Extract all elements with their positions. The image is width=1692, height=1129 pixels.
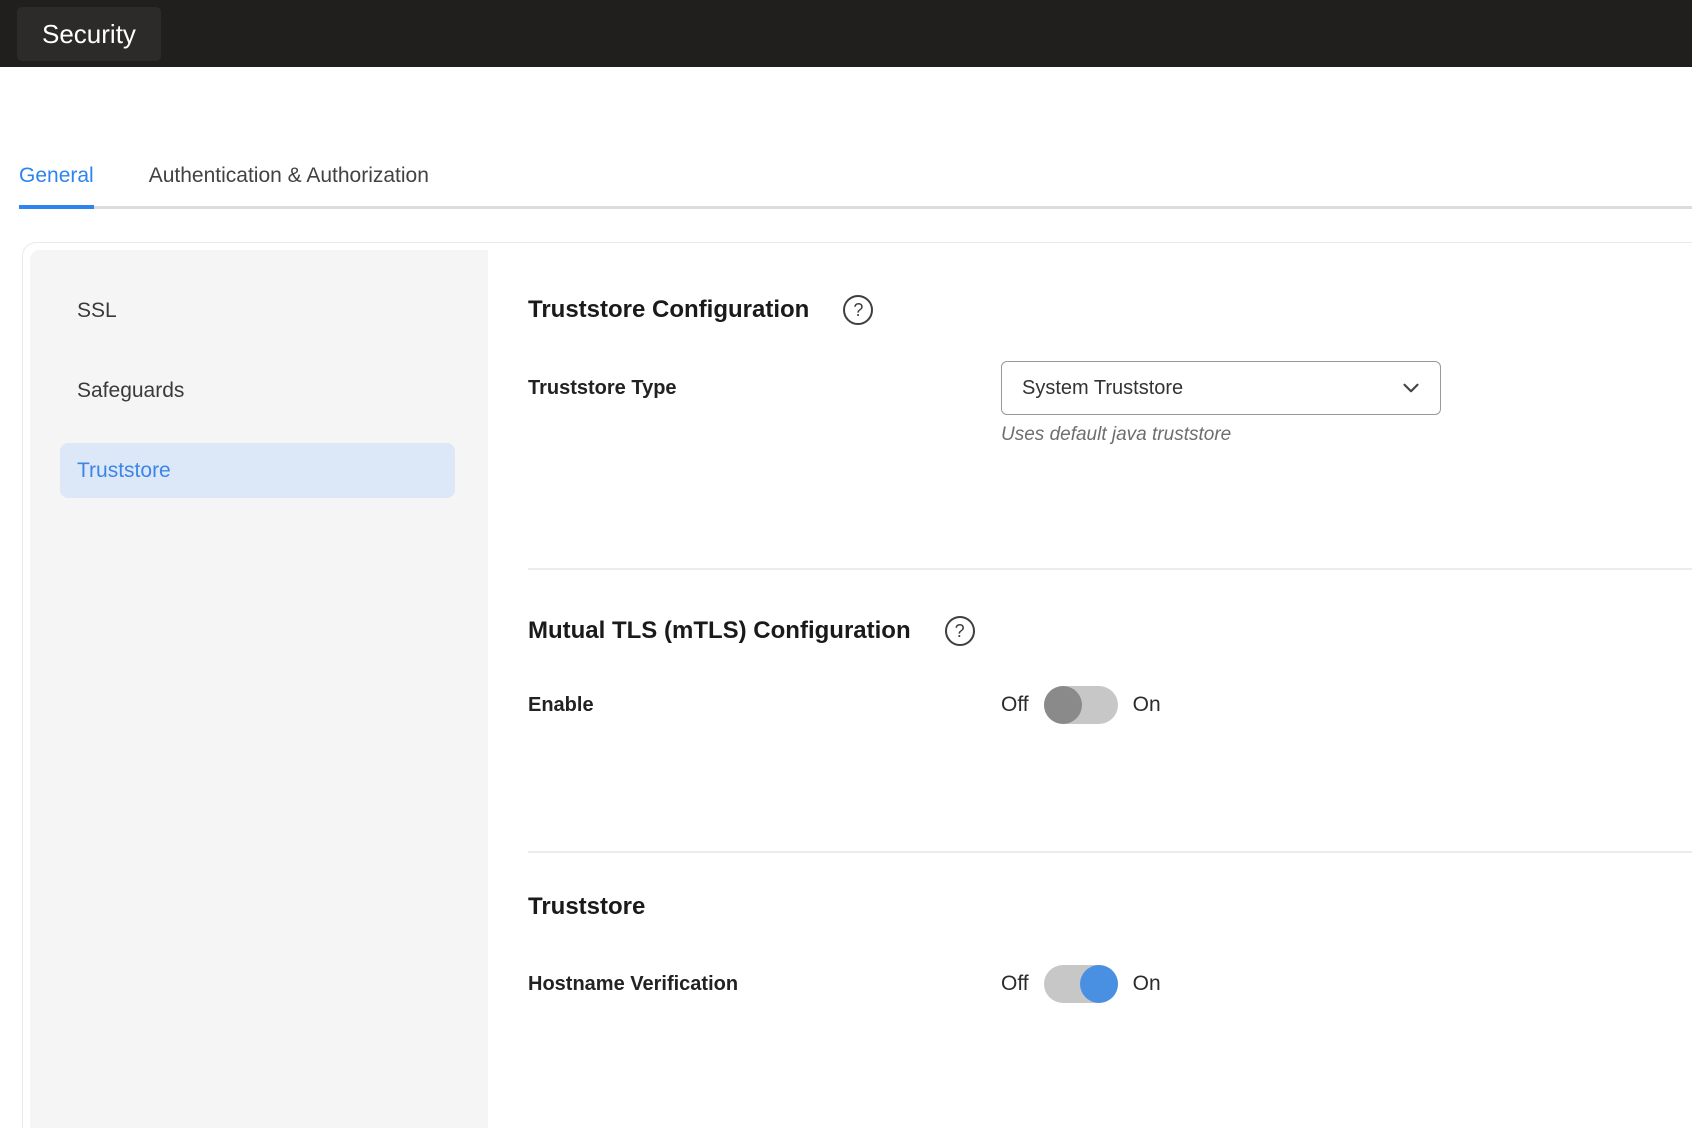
section-truststore: Truststore Hostname Verification Off On <box>528 853 1692 1003</box>
tab-authentication-authorization[interactable]: Authentication & Authorization <box>149 160 429 206</box>
settings-main: Truststore Configuration ? Truststore Ty… <box>488 243 1692 1128</box>
page-title: Security <box>17 7 161 61</box>
field-label: Hostname Verification <box>528 965 1001 1003</box>
sidebar-item-safeguards[interactable]: Safeguards <box>60 363 455 418</box>
section-header: Truststore Configuration ? <box>528 295 1692 325</box>
toggle-knob <box>1080 965 1118 1003</box>
hostname-verification-toggle-group: Off On <box>1001 965 1161 1003</box>
field-truststore-type: Truststore Type System Truststore Uses d… <box>528 361 1692 446</box>
help-icon[interactable]: ? <box>945 616 975 646</box>
section-title: Mutual TLS (mTLS) Configuration <box>528 617 911 645</box>
field-label: Enable <box>528 686 1001 724</box>
section-truststore-configuration: Truststore Configuration ? Truststore Ty… <box>528 243 1692 570</box>
question-mark-glyph: ? <box>853 300 863 321</box>
section-header: Mutual TLS (mTLS) Configuration ? <box>528 616 1692 646</box>
toggle-off-label: Off <box>1001 693 1029 717</box>
section-mtls-configuration: Mutual TLS (mTLS) Configuration ? Enable… <box>528 570 1692 853</box>
toggle-off-label: Off <box>1001 972 1029 996</box>
field-mtls-enable: Enable Off On <box>528 686 1692 724</box>
tab-bar: General Authentication & Authorization <box>19 160 1692 209</box>
hostname-verification-toggle[interactable] <box>1044 965 1118 1003</box>
question-mark-glyph: ? <box>955 621 965 642</box>
tab-general[interactable]: General <box>19 160 94 209</box>
content-panel: SSL Safeguards Truststore Truststore Con… <box>22 242 1692 1128</box>
section-title: Truststore Configuration <box>528 296 809 324</box>
field-hostname-verification: Hostname Verification Off On <box>528 965 1692 1003</box>
sidebar-item-truststore[interactable]: Truststore <box>60 443 455 498</box>
mtls-enable-toggle-group: Off On <box>1001 686 1161 724</box>
mtls-enable-toggle[interactable] <box>1044 686 1118 724</box>
section-title: Truststore <box>528 893 645 921</box>
selected-value: System Truststore <box>1022 377 1183 400</box>
truststore-type-select[interactable]: System Truststore <box>1001 361 1441 415</box>
toggle-knob <box>1044 686 1082 724</box>
field-control: System Truststore Uses default java trus… <box>1001 361 1441 446</box>
chevron-down-icon <box>1398 375 1424 401</box>
field-helper-text: Uses default java truststore <box>1001 424 1441 446</box>
toggle-on-label: On <box>1133 972 1161 996</box>
toggle-on-label: On <box>1133 693 1161 717</box>
sidebar-item-ssl[interactable]: SSL <box>60 283 455 338</box>
help-icon[interactable]: ? <box>843 295 873 325</box>
settings-sidebar: SSL Safeguards Truststore <box>30 250 488 1128</box>
field-label: Truststore Type <box>528 361 1001 415</box>
section-header: Truststore <box>528 893 1692 921</box>
top-bar: Security <box>0 0 1692 67</box>
